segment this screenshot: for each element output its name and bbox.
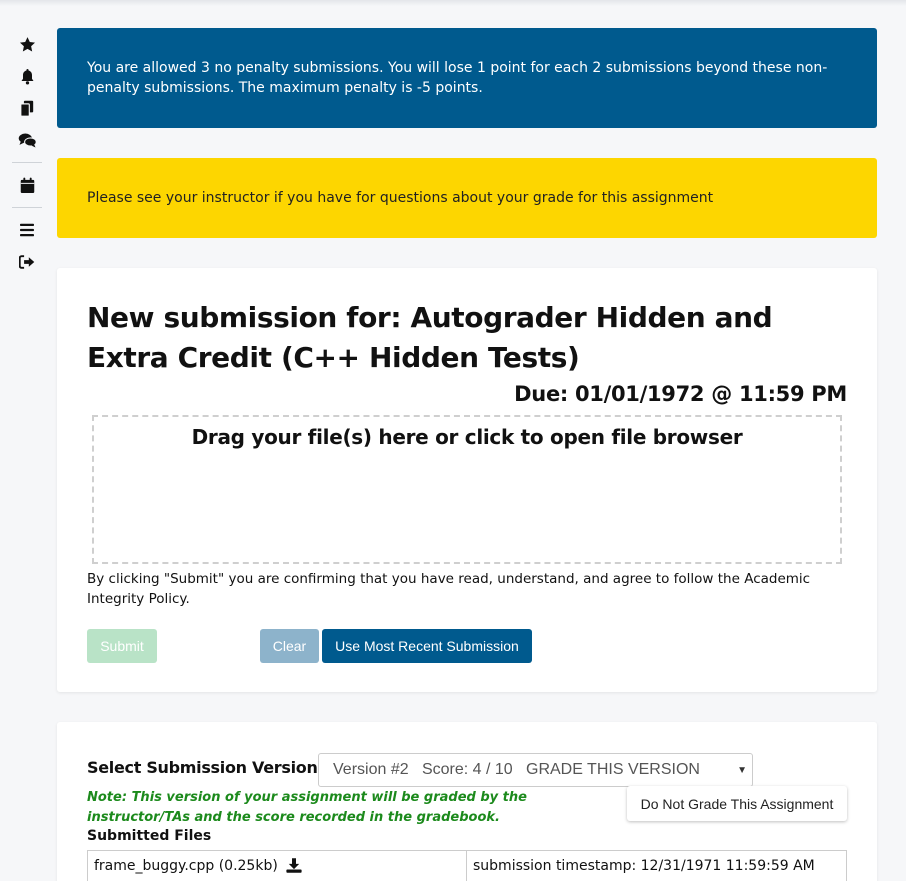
instructor-message: Please see your instructor if you have f… (87, 190, 714, 206)
use-most-recent-button[interactable]: Use Most Recent Submission (322, 629, 532, 663)
submission-version-card: Select Submission Version: Version #2 Sc… (57, 722, 877, 881)
integrity-agreement: By clicking "Submit" you are confirming … (87, 571, 811, 607)
grading-note: Note: This version of your assignment wi… (87, 790, 527, 825)
copy-icon[interactable] (17, 99, 37, 117)
submit-button[interactable]: Submit (87, 629, 157, 663)
bars-icon[interactable] (17, 221, 37, 239)
bell-icon[interactable] (17, 67, 37, 85)
dropzone-label: Drag your file(s) here or click to open … (191, 425, 743, 449)
star-icon[interactable] (17, 35, 37, 53)
submission-timestamp: submission timestamp: 12/31/1971 11:59:5… (473, 858, 815, 874)
new-submission-card: New submission for: Autograder Hidden an… (57, 268, 877, 692)
page-title: New submission for: Autograder Hidden an… (87, 301, 773, 374)
penalty-banner: You are allowed 3 no penalty submissions… (57, 28, 877, 128)
instructor-banner: Please see your instructor if you have f… (57, 158, 877, 238)
version-select[interactable]: Version #2 Score: 4 / 10 GRADE THIS VERS… (318, 753, 753, 787)
file-dropzone[interactable]: Drag your file(s) here or click to open … (92, 415, 842, 564)
submitted-file-cell: frame_buggy.cpp (0.25kb) (87, 850, 467, 881)
version-select-label: Select Submission Version: (87, 758, 324, 777)
penalty-message: You are allowed 3 no penalty submissions… (87, 60, 828, 96)
sidebar-divider (12, 162, 42, 163)
do-not-grade-button[interactable]: Do Not Grade This Assignment (627, 786, 847, 821)
comments-icon[interactable] (17, 131, 37, 149)
calendar-icon[interactable] (17, 176, 37, 194)
submitted-files-heading: Submitted Files (87, 828, 212, 844)
chevron-down-icon: ▼ (737, 765, 747, 776)
due-date: Due: 01/01/1972 @ 11:59 PM (514, 382, 847, 406)
submission-timestamp-cell: submission timestamp: 12/31/1971 11:59:5… (466, 850, 847, 881)
sidebar (0, 0, 54, 881)
download-icon[interactable] (286, 858, 302, 877)
clear-button[interactable]: Clear (260, 629, 319, 663)
version-selected-option: Version #2 Score: 4 / 10 GRADE THIS VERS… (333, 761, 700, 778)
top-shadow (0, 0, 906, 6)
submitted-file-name: frame_buggy.cpp (0.25kb) (94, 858, 278, 874)
sidebar-divider (12, 207, 42, 208)
sign-out-icon[interactable] (17, 253, 37, 271)
